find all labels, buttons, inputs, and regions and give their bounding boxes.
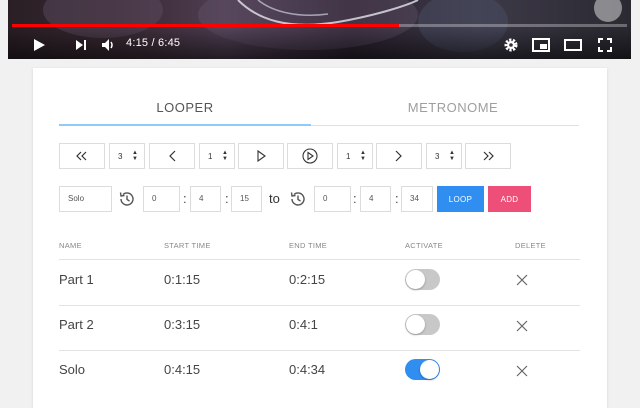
- history-icon[interactable]: [117, 189, 137, 209]
- divider: [59, 350, 580, 351]
- close-icon[interactable]: [515, 364, 529, 378]
- start-hours-input[interactable]: 0: [143, 186, 180, 212]
- fullscreen-icon[interactable]: [594, 34, 616, 56]
- time-separator: :: [353, 191, 357, 206]
- stepper-arrows-icon[interactable]: ▲ ▼: [449, 150, 455, 162]
- play-loop-button[interactable]: [287, 143, 333, 169]
- stepper-arrows-icon[interactable]: ▲ ▼: [222, 150, 228, 162]
- end-seconds-input[interactable]: 34: [401, 186, 433, 212]
- column-header-end: END TIME: [289, 241, 328, 250]
- stepper-arrows-icon[interactable]: ▲ ▼: [360, 150, 366, 162]
- time-separator: :: [395, 191, 399, 206]
- back-button[interactable]: [149, 143, 195, 169]
- row-start-time: 0:3:15: [164, 317, 201, 332]
- column-header-delete: DELETE: [515, 241, 546, 250]
- close-icon[interactable]: [515, 273, 529, 287]
- tab-looper[interactable]: LOOPER: [59, 100, 311, 115]
- close-icon[interactable]: [515, 319, 529, 333]
- duration: 6:45: [158, 37, 181, 49]
- stepper-value: 3: [118, 152, 123, 161]
- video-player[interactable]: 4:15 / 6:45: [8, 0, 631, 59]
- row-end-time: 0:2:15: [289, 272, 326, 287]
- play-circle-icon: [302, 148, 318, 164]
- loop-button[interactable]: LOOP: [437, 186, 484, 212]
- fast-forward-button[interactable]: [465, 143, 511, 169]
- time-display: 4:15 / 6:45: [126, 37, 181, 49]
- toggle-knob: [406, 270, 425, 289]
- row-end-time: 0:4:34: [289, 362, 326, 377]
- volume-icon[interactable]: [98, 34, 120, 56]
- row-name: Solo: [59, 362, 86, 377]
- row-name: Part 1: [59, 272, 94, 287]
- player-controls: 4:15 / 6:45: [8, 30, 631, 58]
- row-end-time: 0:4:1: [289, 317, 318, 332]
- rewind-steps-stepper[interactable]: 3 ▲ ▼: [109, 143, 145, 169]
- chevron-left-icon: [169, 150, 176, 162]
- start-minutes-input[interactable]: 4: [190, 186, 221, 212]
- end-minutes-input[interactable]: 4: [360, 186, 391, 212]
- start-seconds-input[interactable]: 15: [231, 186, 262, 212]
- row-name: Part 2: [59, 317, 94, 332]
- column-header-start: START TIME: [164, 241, 211, 250]
- stepper-arrows-icon[interactable]: ▲ ▼: [132, 150, 138, 162]
- tab-bar: LOOPER METRONOME: [59, 100, 579, 126]
- toggle-knob: [406, 315, 425, 334]
- chevron-right-icon: [395, 150, 402, 162]
- gear-icon[interactable]: [500, 34, 522, 56]
- time-separator: :: [183, 191, 187, 206]
- play-button[interactable]: [238, 143, 284, 169]
- stepper-value: 3: [435, 152, 440, 161]
- play-outline-icon: [257, 150, 266, 162]
- activate-toggle[interactable]: [405, 314, 440, 335]
- back-steps-stepper[interactable]: 1 ▲ ▼: [199, 143, 235, 169]
- history-icon[interactable]: [288, 189, 308, 209]
- column-header-name: NAME: [59, 241, 82, 250]
- play-icon[interactable]: [28, 34, 50, 56]
- rewind-button[interactable]: [59, 143, 105, 169]
- stepper-value: 1: [208, 152, 213, 161]
- loop-name-input[interactable]: Solo: [59, 186, 112, 212]
- time-separator: :: [225, 191, 229, 206]
- divider: [59, 305, 580, 306]
- row-start-time: 0:1:15: [164, 272, 201, 287]
- forward-steps-stepper[interactable]: 3 ▲ ▼: [426, 143, 462, 169]
- to-label: to: [269, 191, 280, 206]
- add-button[interactable]: ADD: [488, 186, 531, 212]
- progress-played: [12, 24, 399, 27]
- current-time: 4:15: [126, 37, 149, 49]
- miniplayer-icon[interactable]: [530, 34, 552, 56]
- progress-bar[interactable]: [12, 24, 627, 27]
- column-header-activate: ACTIVATE: [405, 241, 443, 250]
- forward-button[interactable]: [376, 143, 422, 169]
- loop-count-stepper[interactable]: 1 ▲ ▼: [337, 143, 373, 169]
- activate-toggle[interactable]: [405, 359, 440, 380]
- double-chevron-right-icon: [483, 151, 494, 161]
- end-hours-input[interactable]: 0: [314, 186, 351, 212]
- active-tab-indicator: [59, 124, 311, 126]
- toggle-knob: [420, 360, 439, 379]
- next-icon[interactable]: [70, 34, 92, 56]
- tab-metronome[interactable]: METRONOME: [327, 100, 579, 115]
- theater-icon[interactable]: [562, 34, 584, 56]
- activate-toggle[interactable]: [405, 269, 440, 290]
- looper-panel: LOOPER METRONOME 3 ▲ ▼ 1 ▲ ▼ 1 ▲ ▼ 3 ▲ ▼ Sol…: [33, 68, 607, 408]
- stepper-value: 1: [346, 152, 351, 161]
- double-chevron-left-icon: [76, 151, 87, 161]
- divider: [59, 259, 580, 260]
- row-start-time: 0:4:15: [164, 362, 201, 377]
